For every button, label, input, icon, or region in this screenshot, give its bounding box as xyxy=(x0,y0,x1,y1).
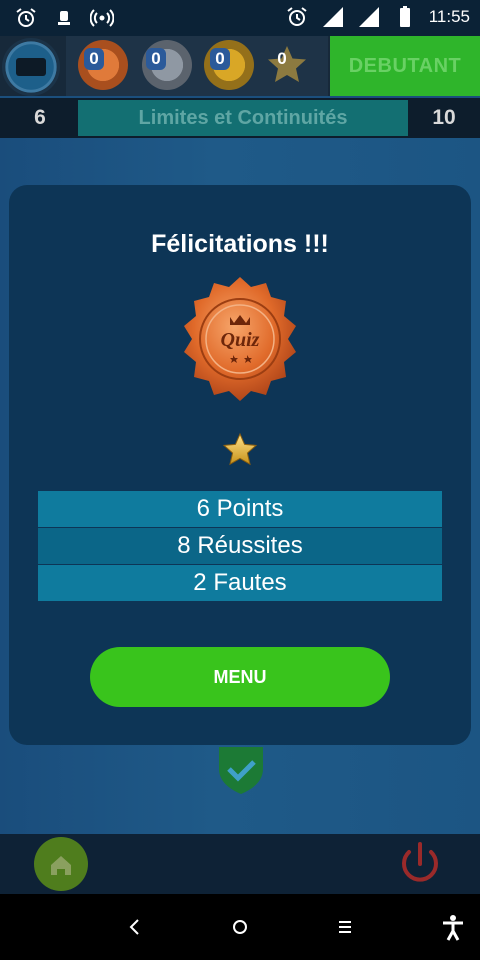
quiz-badge-icon: Quiz xyxy=(184,277,296,401)
battery-icon xyxy=(399,6,410,27)
home-button[interactable] xyxy=(34,837,88,891)
power-icon[interactable] xyxy=(394,838,446,890)
question-count: 10 xyxy=(432,106,456,129)
level-button[interactable]: DEBUTANT xyxy=(330,36,480,96)
avatar[interactable] xyxy=(2,38,60,96)
badge-text: Quiz xyxy=(221,329,260,351)
star-count: 0 xyxy=(277,49,287,68)
alarm-icon xyxy=(16,8,36,27)
accessibility-icon[interactable] xyxy=(438,912,468,942)
recents-icon[interactable] xyxy=(330,912,360,942)
notification-icon xyxy=(58,11,70,25)
shield-check-icon xyxy=(219,747,263,794)
medal-bar: 0 0 0 0 xyxy=(66,36,328,96)
silver-count: 0 xyxy=(146,48,166,70)
topic-title: Limites et Continuités xyxy=(78,100,408,136)
bronze-count: 0 xyxy=(84,48,104,70)
current-score: 6 xyxy=(34,106,46,129)
clock: 11:55 xyxy=(428,7,470,26)
back-icon[interactable] xyxy=(120,912,150,942)
points-row: 6 Points xyxy=(38,491,442,527)
signal-icon xyxy=(322,7,343,27)
successes-row: 8 Réussites xyxy=(38,528,442,564)
avatar-image xyxy=(16,58,46,76)
home-icon xyxy=(51,856,71,875)
star-rating-icon xyxy=(222,432,258,466)
errors-row: 2 Fautes xyxy=(38,565,442,601)
signal-icon xyxy=(358,7,379,27)
status-bar: 11:55 xyxy=(0,0,480,36)
home-nav-icon[interactable] xyxy=(225,912,255,942)
hotspot-icon xyxy=(90,9,114,27)
alarm-icon xyxy=(287,7,307,26)
result-title: Félicitations !!! xyxy=(151,230,329,258)
menu-button[interactable]: MENU xyxy=(90,647,390,707)
gold-count: 0 xyxy=(210,48,230,70)
